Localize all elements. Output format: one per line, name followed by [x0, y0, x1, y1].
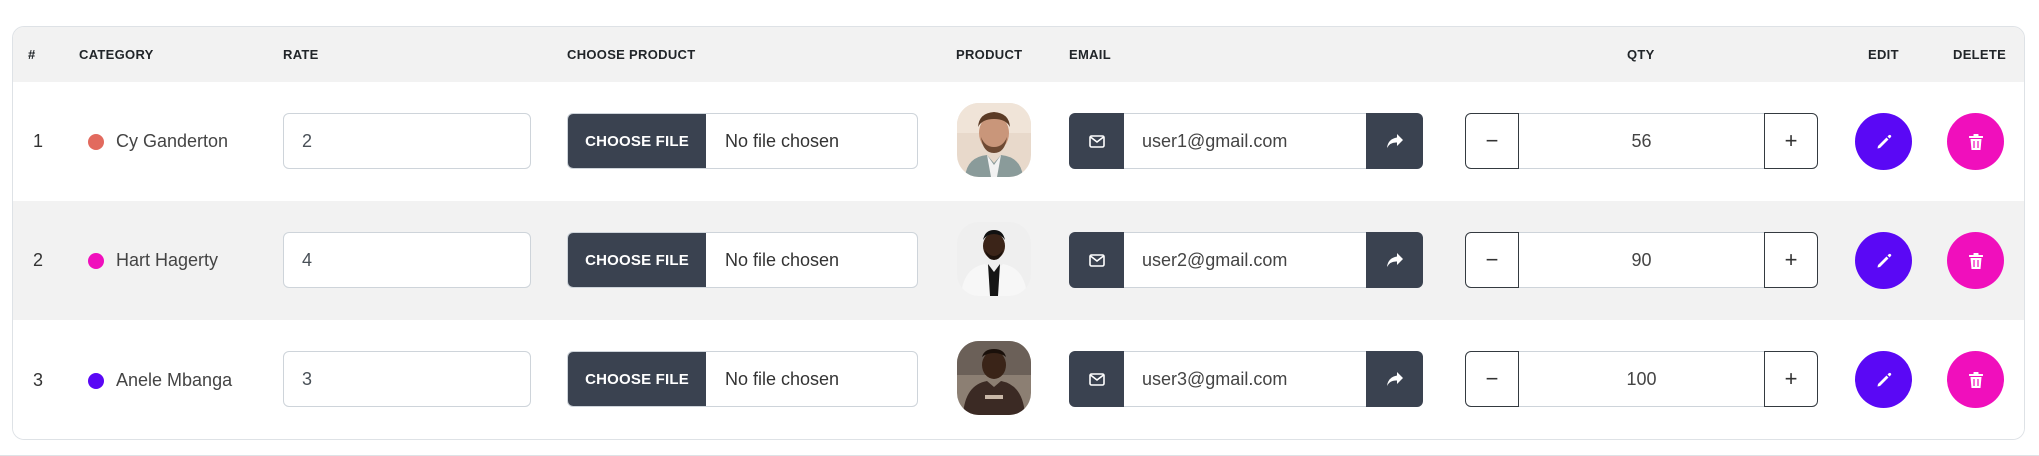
envelope-icon	[1069, 232, 1124, 288]
quantity-stepper: − 56 +	[1465, 113, 1818, 169]
header-product: PRODUCT	[956, 47, 1023, 62]
header-email: EMAIL	[1069, 47, 1111, 62]
choose-file-button[interactable]: CHOOSE FILE	[568, 233, 706, 287]
email-group: user1@gmail.com	[1069, 113, 1423, 169]
row-index: 1	[33, 131, 44, 151]
increment-button[interactable]: +	[1764, 351, 1818, 407]
file-status: No file chosen	[725, 130, 840, 151]
avatar	[957, 103, 1031, 177]
avatar	[957, 341, 1031, 415]
category-name: Cy Ganderton	[116, 131, 229, 151]
decrement-button[interactable]: −	[1465, 232, 1519, 288]
header-qty: QTY	[1627, 47, 1655, 62]
trash-icon	[1968, 371, 1983, 388]
email-group: user3@gmail.com	[1069, 351, 1423, 407]
edit-button[interactable]	[1855, 351, 1912, 408]
delete-button[interactable]	[1947, 351, 2004, 408]
file-status: No file chosen	[725, 368, 840, 389]
decrement-button[interactable]: −	[1465, 113, 1519, 169]
category-cell: Anele Mbanga	[88, 320, 233, 439]
pencil-icon	[1877, 134, 1891, 148]
category-name: Anele Mbanga	[116, 370, 233, 390]
quantity-value[interactable]: 100	[1519, 351, 1764, 407]
category-cell: Hart Hagerty	[88, 201, 218, 320]
file-input[interactable]: CHOOSE FILE No file chosen	[567, 351, 918, 407]
pencil-icon	[1877, 253, 1891, 267]
file-input[interactable]: CHOOSE FILE No file chosen	[567, 232, 918, 288]
category-dot	[88, 372, 104, 389]
email-group: user2@gmail.com	[1069, 232, 1423, 288]
email-input[interactable]: user2@gmail.com	[1124, 232, 1366, 288]
quantity-stepper: − 90 +	[1465, 232, 1818, 288]
row-index: 3	[33, 370, 44, 390]
delete-button[interactable]	[1947, 232, 2004, 289]
share-arrow-icon[interactable]	[1366, 232, 1423, 288]
category-dot	[88, 133, 104, 150]
envelope-icon	[1069, 113, 1124, 169]
table-row: 2 Hart Hagerty CHOOSE FILE No file chose…	[13, 201, 2024, 320]
table-row: 3 Anele Mbanga CHOOSE FILE No file chose…	[13, 320, 2024, 439]
edit-button[interactable]	[1855, 232, 1912, 289]
category-cell: Cy Ganderton	[88, 82, 228, 201]
trash-icon	[1968, 133, 1983, 150]
header-choose-product: CHOOSE PRODUCT	[567, 47, 696, 62]
quantity-stepper: − 100 +	[1465, 351, 1818, 407]
pencil-icon	[1877, 372, 1891, 386]
increment-button[interactable]: +	[1764, 232, 1818, 288]
rate-input[interactable]	[283, 232, 531, 288]
category-name: Hart Hagerty	[116, 250, 219, 270]
file-input[interactable]: CHOOSE FILE No file chosen	[567, 113, 918, 169]
product-table: # CATEGORY RATE CHOOSE PRODUCT PRODUCT E…	[12, 26, 2025, 440]
share-arrow-icon[interactable]	[1366, 351, 1423, 407]
avatar	[957, 222, 1031, 296]
category-dot	[88, 252, 104, 269]
rate-input[interactable]	[283, 113, 531, 169]
header-rate: RATE	[283, 47, 319, 62]
envelope-icon	[1069, 351, 1124, 407]
header-index: #	[28, 47, 36, 62]
decrement-button[interactable]: −	[1465, 351, 1519, 407]
increment-button[interactable]: +	[1764, 113, 1818, 169]
share-arrow-icon[interactable]	[1366, 113, 1423, 169]
quantity-value[interactable]: 56	[1519, 113, 1764, 169]
choose-file-button[interactable]: CHOOSE FILE	[568, 352, 706, 406]
header-category: CATEGORY	[79, 47, 154, 62]
quantity-value[interactable]: 90	[1519, 232, 1764, 288]
email-input[interactable]: user1@gmail.com	[1124, 113, 1366, 169]
edit-button[interactable]	[1855, 113, 1912, 170]
file-status: No file chosen	[725, 249, 840, 270]
trash-icon	[1968, 252, 1983, 269]
header-edit: EDIT	[1868, 47, 1899, 62]
delete-button[interactable]	[1947, 113, 2004, 170]
table-header-row: # CATEGORY RATE CHOOSE PRODUCT PRODUCT E…	[13, 27, 2024, 82]
row-index: 2	[33, 250, 44, 270]
choose-file-button[interactable]: CHOOSE FILE	[568, 114, 706, 168]
header-delete: DELETE	[1953, 47, 2007, 62]
rate-input[interactable]	[283, 351, 531, 407]
table-row: 1 Cy Ganderton CHOOSE FILE No file chose…	[13, 82, 2024, 201]
email-input[interactable]: user3@gmail.com	[1124, 351, 1366, 407]
